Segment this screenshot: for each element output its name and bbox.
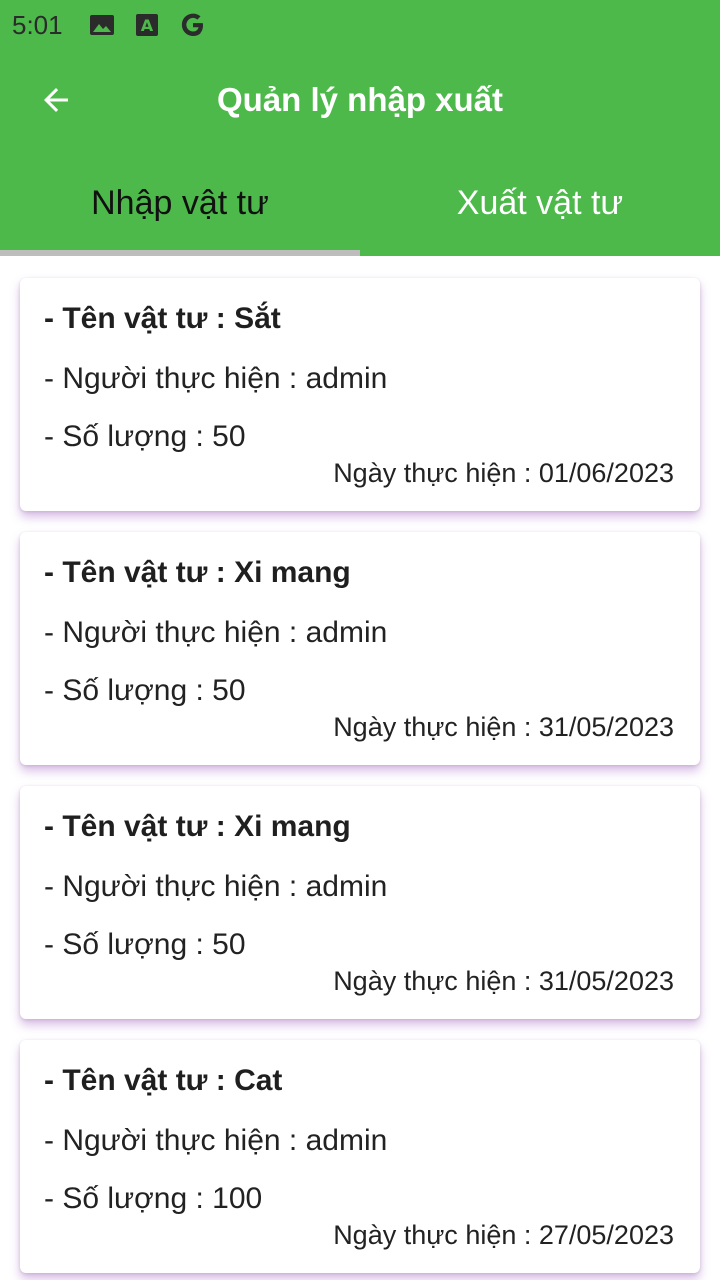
tab-export-label: Xuất vật tư [456, 183, 624, 222]
record-name: - Tên vật tư : Xi mang [44, 810, 351, 843]
record-date: Ngày thực hiện : 31/05/2023 [333, 712, 674, 742]
record-quantity: - Số lượng : 50 [44, 420, 246, 453]
page-title: Quản lý nhập xuất [216, 81, 504, 118]
record-user: - Người thực hiện : admin [44, 870, 388, 903]
tab-export[interactable]: Xuất vật tư [360, 150, 720, 256]
record-date: Ngày thực hiện : 31/05/2023 [333, 966, 674, 996]
record-quantity: - Số lượng : 100 [44, 1182, 263, 1215]
record-date: Ngày thực hiện : 01/06/2023 [333, 458, 674, 488]
record-card[interactable]: - Tên vật tư : Xi mang - Người thực hiện… [20, 532, 700, 765]
app-bar: Quản lý nhập xuất [0, 50, 720, 150]
record-user: - Người thực hiện : admin [44, 362, 388, 395]
record-name: - Tên vật tư : Xi mang [44, 556, 351, 589]
record-card[interactable]: - Tên vật tư : Sắt - Người thực hiện : a… [20, 278, 700, 511]
font-a-icon: A [135, 13, 159, 37]
tab-import-label: Nhập vật tư [91, 183, 269, 222]
tab-import[interactable]: Nhập vật tư [0, 150, 360, 256]
tab-bar: Nhập vật tư Xuất vật tư [0, 150, 720, 256]
record-quantity: - Số lượng : 50 [44, 674, 246, 707]
status-time: 5:01 [12, 9, 63, 40]
record-user: - Người thực hiện : admin [44, 616, 388, 649]
image-icon [89, 14, 115, 36]
record-date: Ngày thực hiện : 27/05/2023 [333, 1220, 674, 1250]
status-bar: 5:01 A [0, 0, 720, 50]
back-button[interactable] [30, 76, 82, 124]
arrow-back-icon [44, 88, 68, 112]
record-quantity: - Số lượng : 50 [44, 928, 246, 961]
record-name: - Tên vật tư : Sắt [44, 302, 281, 335]
google-g-icon [179, 11, 207, 39]
app-header: 5:01 A Quản lý nhập xuất Nhập vật tư Xuấ… [0, 0, 720, 256]
record-card[interactable]: - Tên vật tư : Xi mang - Người thực hiện… [20, 786, 700, 1019]
record-list[interactable]: - Tên vật tư : Sắt - Người thực hiện : a… [0, 256, 720, 1280]
record-user: - Người thực hiện : admin [44, 1124, 388, 1157]
record-card[interactable]: - Tên vật tư : Cat - Người thực hiện : a… [20, 1040, 700, 1273]
record-name: - Tên vật tư : Cat [44, 1064, 283, 1097]
svg-text:A: A [140, 16, 153, 35]
